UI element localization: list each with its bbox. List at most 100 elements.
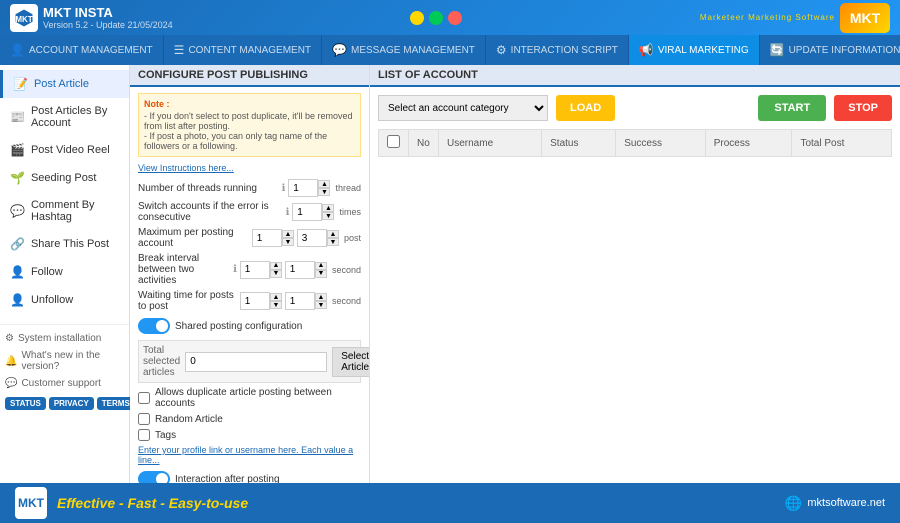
sidebar-item-unfollow[interactable]: 👤 Unfollow [0,286,129,314]
consecutive-unit: times [339,207,361,217]
tab-account-management[interactable]: 👤 ACCOUNT MANAGEMENT [0,35,164,65]
wait-spin-up2[interactable]: ▲ [315,293,327,301]
wait-spinner1: ▲ ▼ [270,293,282,309]
th-process: Process [705,130,792,157]
max-per-account-row: Maximum per posting account ▲ ▼ ▲ ▼ post [138,227,361,249]
wait-input-max[interactable] [285,292,315,310]
consecutive-spin-up[interactable]: ▲ [322,204,334,212]
threads-spin-up[interactable]: ▲ [318,180,330,188]
tab-interaction-script[interactable]: ⚙ INTERACTION SCRIPT [486,35,629,65]
waiting-time-label: Waiting time for posts to post [138,290,237,312]
wait-spin-down2[interactable]: ▼ [315,301,327,309]
wait-input-min[interactable] [240,292,270,310]
allow-duplicate-checkbox[interactable] [138,392,150,404]
website-url[interactable]: mktsoftware.net [807,497,885,509]
post-video-reel-icon: 🎬 [10,143,25,157]
wait-spin-down1[interactable]: ▼ [270,301,282,309]
sidebar-item-post-articles-account[interactable]: 📰 Post Articles By Account [0,98,129,136]
th-username: Username [439,130,542,157]
start-button[interactable]: START [758,95,826,121]
max-input-max[interactable] [297,229,327,247]
break-input-group2: ▲ ▼ [285,261,327,279]
view-instructions-link[interactable]: View Instructions here... [138,163,361,173]
note-line-1: - If you don't select to post duplicate,… [144,111,355,131]
category-select[interactable]: Select an account category [378,95,548,121]
break-spin-up1[interactable]: ▲ [270,262,282,270]
break-input-group1: ▲ ▼ [240,261,282,279]
sidebar-whats-new[interactable]: 🔔 What's new in the version? [0,347,129,375]
shared-posting-toggle[interactable] [138,318,170,334]
whats-new-icon: 🔔 [5,356,17,367]
interaction-toggle[interactable] [138,471,170,483]
tags-checkbox[interactable] [138,429,150,441]
sidebar-item-follow[interactable]: 👤 Follow [0,258,129,286]
consecutive-input[interactable] [292,203,322,221]
logo: MKT MKT INSTA Version 5.2 - Update 21/05… [10,4,173,32]
max-spin-up2[interactable]: ▲ [327,230,339,238]
max-spin-down1[interactable]: ▼ [282,238,294,246]
sidebar-customer-support[interactable]: 💬 Customer support [0,375,129,392]
max-input-min[interactable] [252,229,282,247]
tab-viral-marketing[interactable]: 📢 VIRAL MARKETING [629,35,760,65]
total-articles-input[interactable] [185,352,327,372]
note-label: Note : [144,99,355,109]
break-interval-label: Break interval between two activities [138,253,230,286]
maximize-button[interactable]: □ [429,11,443,25]
sidebar-system-installation[interactable]: ⚙ System installation [0,330,129,347]
logo-icon: MKT [10,4,38,32]
threads-spin-down[interactable]: ▼ [318,188,330,196]
break-spin-up2[interactable]: ▲ [315,262,327,270]
select-all-checkbox[interactable] [387,135,400,148]
stop-button[interactable]: STOP [834,95,892,121]
sidebar-item-share-post[interactable]: 🔗 Share This Post [0,230,129,258]
break-input-min[interactable] [240,261,270,279]
sidebar-item-seeding-post[interactable]: 🌱 Seeding Post [0,164,129,192]
wait-unit: second [332,296,361,306]
break-spin-down1[interactable]: ▼ [270,270,282,278]
minimize-button[interactable]: − [410,11,424,25]
random-article-checkbox[interactable] [138,413,150,425]
break-spin-down2[interactable]: ▼ [315,270,327,278]
customer-support-icon: 💬 [5,378,17,389]
wait-input-group2: ▲ ▼ [285,292,327,310]
break-spinner1: ▲ ▼ [270,262,282,278]
follow-icon: 👤 [10,265,25,279]
tab-update-information[interactable]: 🔄 UPDATE INFORMATION [760,35,900,65]
account-table: No Username Status Success Process Total… [378,129,892,157]
header-right: Marketeer Marketing Software MKT [700,3,890,33]
window-controls: − □ × [410,11,462,25]
svg-text:MKT: MKT [15,15,32,24]
comment-hashtag-icon: 💬 [10,204,25,218]
sidebar-item-comment-hashtag[interactable]: 💬 Comment By Hashtag [0,192,129,230]
threads-running-label: Number of threads running [138,183,279,194]
privacy-badge[interactable]: PRIVACY [49,397,94,410]
consecutive-error-label: Switch accounts if the error is consecut… [138,201,283,223]
status-badge[interactable]: STATUS [5,397,46,410]
sidebar-divider [0,324,129,325]
tab-message-management[interactable]: 💬 MESSAGE MANAGEMENT [322,35,486,65]
sidebar-item-post-article[interactable]: 📝 Post Article [0,70,129,98]
configure-panel: CONFIGURE POST PUBLISHING Note : - If yo… [130,65,370,483]
close-button[interactable]: × [448,11,462,25]
note-line-2: - If post a photo, you can only tag name… [144,131,355,151]
wait-spin-up1[interactable]: ▲ [270,293,282,301]
threads-input[interactable] [288,179,318,197]
max-spin-down2[interactable]: ▼ [327,238,339,246]
max-input-group1: ▲ ▼ [252,229,294,247]
max-spin-up1[interactable]: ▲ [282,230,294,238]
tab-content-management[interactable]: ☰ CONTENT MANAGEMENT [164,35,322,65]
profile-link[interactable]: Enter your profile link or username here… [138,445,361,465]
footer: MKT Effective - Fast - Easy-to-use 🌐 mkt… [0,483,900,523]
threads-spinner: ▲ ▼ [318,180,330,196]
seeding-post-icon: 🌱 [10,171,25,185]
sidebar-item-post-video-reel[interactable]: 🎬 Post Video Reel [0,136,129,164]
consecutive-spin-down[interactable]: ▼ [322,212,334,220]
select-article-button[interactable]: Select Article [332,347,370,377]
allow-duplicate-row: Allows duplicate article posting between… [138,387,361,409]
consecutive-info-icon: ℹ [286,207,290,218]
logo-text: MKT INSTA [43,5,173,20]
break-input-max[interactable] [285,261,315,279]
shared-posting-toggle-row: Shared posting configuration [138,318,361,334]
interaction-toggle-row: Interaction after posting [138,471,361,483]
load-button[interactable]: LOAD [556,95,615,121]
